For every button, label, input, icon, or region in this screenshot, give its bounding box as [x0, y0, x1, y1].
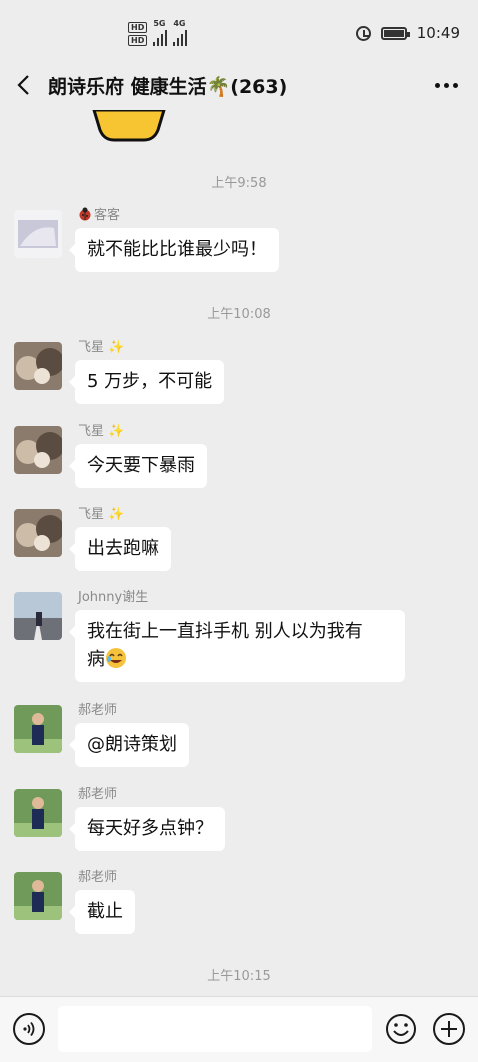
message-bubble[interactable]: 出去跑嘛 — [69, 527, 171, 571]
hd-indicators: HD HD — [128, 22, 148, 46]
avatar[interactable] — [14, 705, 62, 753]
sender-name: 飞星 ✨ — [78, 340, 125, 355]
hd-badge-1: HD — [128, 22, 148, 33]
message-bubble[interactable]: 5 万步，不可能 — [68, 360, 225, 404]
laughing-emoji-icon — [106, 648, 126, 668]
avatar[interactable] — [14, 509, 62, 557]
sender-name: 飞星 ✨ — [78, 424, 125, 439]
status-right: 10:49 — [355, 24, 460, 42]
avatar[interactable] — [14, 426, 62, 474]
more-button[interactable] — [428, 72, 464, 98]
status-bar: HD HD 5G 4G 10:49 — [0, 0, 478, 60]
message-bubble[interactable]: 就不能比比谁最少吗！ — [69, 228, 279, 272]
battery-icon — [380, 26, 410, 40]
message-bubble[interactable]: 今天要下暴雨 — [69, 444, 207, 488]
network-type-1: 5G — [153, 19, 166, 28]
timestamp: 上午10:15 — [207, 969, 271, 984]
sender-name: Johnny谢生 — [78, 590, 149, 605]
sticker-image[interactable] — [92, 110, 166, 142]
chat-header: 朗诗乐府 健康生活🌴(263) — [0, 60, 478, 110]
message-input[interactable] — [58, 1006, 372, 1052]
emoji-button[interactable] — [385, 1013, 417, 1045]
signal-icon — [153, 28, 168, 46]
sender-name: 郝老师 — [78, 870, 118, 885]
hd-badge-2: HD — [128, 35, 148, 46]
message-bubble[interactable]: 我在街上一直抖手机 别人以为我有 病 — [69, 610, 405, 682]
network-type-2: 4G — [173, 19, 186, 28]
ladybug-icon — [79, 207, 91, 221]
plus-icon — [441, 1021, 457, 1037]
back-button[interactable] — [0, 60, 48, 110]
sender-name: 郝老师 — [78, 787, 118, 802]
message-bubble[interactable]: @朗诗策划 — [69, 723, 189, 767]
plus-button[interactable] — [433, 1013, 465, 1045]
avatar[interactable] — [14, 592, 62, 640]
signal-icon-2 — [173, 28, 188, 46]
clock: 10:49 — [416, 24, 460, 42]
more-dots-icon — [434, 82, 440, 88]
emoji-icon — [386, 1014, 416, 1044]
avatar[interactable] — [14, 872, 62, 920]
sender-name: 郝老师 — [78, 703, 118, 718]
input-bar — [0, 996, 478, 1062]
voice-icon — [23, 1021, 35, 1037]
avatar[interactable] — [14, 210, 62, 258]
chevron-left-icon — [17, 75, 29, 95]
avatar[interactable] — [14, 789, 62, 837]
message-list[interactable]: 上午9:58 客客 就不能比比谁最少吗！ 上午10:08 飞星 ✨ 5 万步，不… — [0, 110, 478, 996]
message-bubble[interactable]: 每天好多点钟？ — [69, 807, 225, 851]
sender-name: 客客 — [78, 204, 120, 223]
message-bubble[interactable]: 截止 — [69, 890, 135, 934]
avatar[interactable] — [14, 342, 62, 390]
sender-name: 飞星 ✨ — [78, 507, 125, 522]
alarm-icon — [355, 25, 371, 41]
chat-title: 朗诗乐府 健康生活🌴(263) — [48, 75, 288, 98]
network-indicators: HD HD 5G 4G — [128, 19, 188, 46]
timestamp: 上午9:58 — [211, 176, 267, 191]
voice-button[interactable] — [13, 1013, 45, 1045]
timestamp: 上午10:08 — [207, 307, 271, 322]
